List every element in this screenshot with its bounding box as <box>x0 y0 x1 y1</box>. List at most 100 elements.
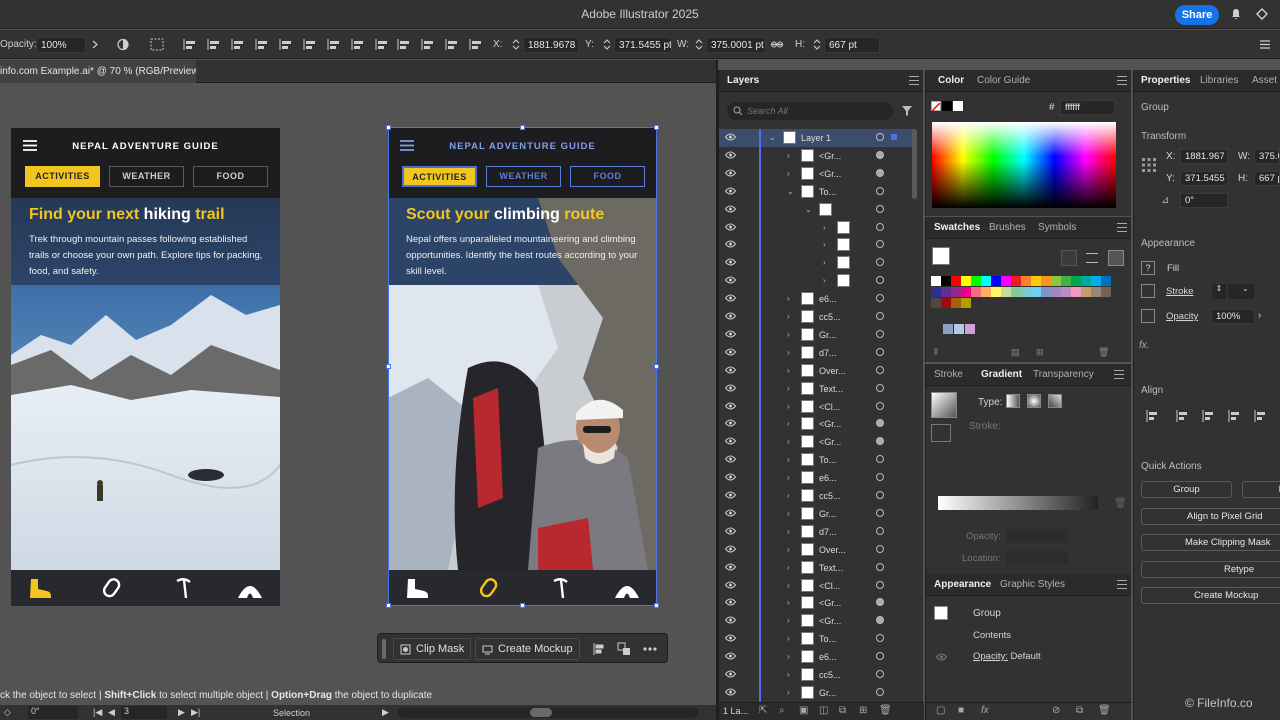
visibility-eye-icon[interactable] <box>724 491 737 499</box>
layer-row[interactable]: › e6... <box>719 469 915 488</box>
delete-item-icon[interactable]: 🗑 <box>1098 705 1111 716</box>
expand-chevron-icon[interactable]: › <box>787 509 794 518</box>
target-circle-icon[interactable] <box>876 670 884 678</box>
target-circle-icon[interactable] <box>876 365 884 374</box>
delete-layer-icon[interactable]: 🗑 <box>879 705 892 716</box>
h-field[interactable]: 667 pt <box>824 37 880 53</box>
last-artboard-icon[interactable]: ▶| <box>191 707 200 718</box>
add-fill-icon[interactable]: ■ <box>958 705 964 716</box>
align-icon[interactable] <box>183 38 197 51</box>
rotate-view-icon[interactable]: ◇ <box>4 707 11 718</box>
target-circle-icon[interactable] <box>876 204 884 213</box>
layer-row[interactable]: ⌄ To... <box>719 182 915 201</box>
make-clipping-mask-button[interactable]: Make Clipping Mask <box>1141 534 1280 551</box>
clear-appearance-icon[interactable]: ⊘ <box>1052 705 1060 716</box>
chevron-right-icon[interactable]: › <box>1258 310 1261 321</box>
tab-graphic-styles[interactable]: Graphic Styles <box>1000 579 1065 590</box>
layer-row[interactable]: › <Cl... <box>719 397 915 416</box>
visibility-eye-icon[interactable] <box>724 545 737 553</box>
layers-search-input[interactable] <box>747 104 887 117</box>
share-button[interactable]: Share <box>1175 5 1219 25</box>
more-options-icon[interactable] <box>642 642 658 656</box>
layer-row[interactable]: › <Cl... <box>719 576 915 595</box>
layers-search[interactable] <box>727 102 893 120</box>
target-circle-icon[interactable] <box>876 329 884 338</box>
color-swatch[interactable] <box>1031 287 1041 297</box>
new-color-group-icon[interactable]: ▤ <box>1011 347 1020 358</box>
color-swatch[interactable] <box>1051 276 1061 286</box>
color-swatch[interactable] <box>1001 276 1011 286</box>
freeform-gradient-icon[interactable] <box>1048 394 1062 408</box>
stroke-label[interactable]: Stroke <box>1166 286 1193 297</box>
color-swatch[interactable] <box>951 276 961 286</box>
visibility-eye-icon[interactable] <box>724 402 737 410</box>
target-circle-icon[interactable] <box>876 652 884 661</box>
layer-row[interactable]: › e6... <box>719 290 915 309</box>
color-swatch[interactable] <box>941 298 951 308</box>
target-circle-icon[interactable] <box>876 222 884 231</box>
tab-layers[interactable]: Layers <box>727 75 759 86</box>
artboard-number-field[interactable]: 3 <box>121 706 167 719</box>
tab-properties[interactable]: Properties <box>1141 75 1190 86</box>
align-icon[interactable] <box>1227 409 1241 423</box>
layer-row[interactable]: › <box>719 254 915 273</box>
visibility-eye-icon[interactable] <box>724 330 737 338</box>
collect-export-icon[interactable]: ▣ <box>799 705 808 716</box>
target-circle-icon[interactable] <box>876 616 884 625</box>
delete-stop-icon[interactable]: 🗑 <box>1114 498 1127 509</box>
color-swatch[interactable] <box>931 287 941 297</box>
target-circle-icon[interactable] <box>876 401 884 410</box>
target-circle-icon[interactable] <box>876 491 884 499</box>
visibility-eye-icon[interactable] <box>724 223 737 231</box>
visibility-eye-icon[interactable] <box>724 151 737 159</box>
hex-field[interactable]: ffffff <box>1060 100 1115 115</box>
layer-row[interactable]: › <Gr... <box>719 146 915 165</box>
tent-icon[interactable] <box>237 576 263 600</box>
stroke-weight-stepper[interactable]: ⇕ <box>1212 284 1226 299</box>
y-field[interactable]: 371.5455 pt <box>614 37 672 53</box>
target-circle-icon[interactable] <box>876 634 884 643</box>
align-icon[interactable] <box>231 38 245 51</box>
color-swatch[interactable] <box>1011 276 1021 286</box>
opacity-field[interactable]: 100% <box>36 37 86 53</box>
panel-menu-icon[interactable] <box>1117 580 1127 589</box>
target-circle-icon[interactable] <box>876 562 884 571</box>
visibility-eye-icon[interactable] <box>724 205 737 213</box>
visibility-eye-icon[interactable] <box>724 670 737 678</box>
layer-row[interactable]: › <Gr... <box>719 415 915 434</box>
visibility-eye-icon[interactable] <box>724 366 737 374</box>
color-swatch[interactable] <box>931 276 941 286</box>
visibility-eye-icon[interactable] <box>724 581 737 589</box>
arrange-icon[interactable] <box>617 642 631 656</box>
resize-handle[interactable] <box>386 364 391 369</box>
color-swatch[interactable] <box>951 298 961 308</box>
panel-menu-icon[interactable] <box>1114 370 1124 379</box>
stepper-icon[interactable] <box>692 38 706 51</box>
color-swatch[interactable] <box>1061 276 1071 286</box>
gradient-location-field[interactable] <box>1006 551 1068 565</box>
visibility-eye-icon[interactable] <box>724 473 737 481</box>
color-swatch[interactable] <box>943 324 953 334</box>
appearance-contents-label[interactable]: Contents <box>973 630 1011 641</box>
expand-chevron-icon[interactable]: › <box>823 258 830 267</box>
previous-artboard-icon[interactable]: ◀ <box>108 707 115 718</box>
layer-row[interactable]: › e6... <box>719 648 915 667</box>
prop-w-field[interactable]: 375.0 <box>1254 149 1280 164</box>
target-circle-icon[interactable] <box>876 258 884 267</box>
layer-row[interactable]: › d7... <box>719 522 915 541</box>
visibility-eye-icon[interactable] <box>724 509 737 517</box>
opacity-field[interactable]: 100% <box>1211 309 1255 324</box>
fill-stroke-toggle[interactable] <box>931 424 951 442</box>
ice-axe-icon[interactable] <box>171 576 197 600</box>
layer-row[interactable]: › <Gr... <box>719 612 915 631</box>
align-grid-icon[interactable] <box>150 38 168 51</box>
tab-activities[interactable]: ACTIVITIES <box>25 166 100 187</box>
target-circle-icon[interactable] <box>876 526 884 535</box>
color-swatch[interactable] <box>1011 287 1021 297</box>
visibility-eye-icon[interactable] <box>724 563 737 571</box>
fx-icon[interactable]: fx. <box>1139 340 1150 351</box>
expand-chevron-icon[interactable]: › <box>787 670 794 679</box>
align-icon[interactable] <box>351 38 365 51</box>
expand-chevron-icon[interactable]: › <box>787 312 794 321</box>
expand-chevron-icon[interactable]: ⌄ <box>769 133 776 142</box>
